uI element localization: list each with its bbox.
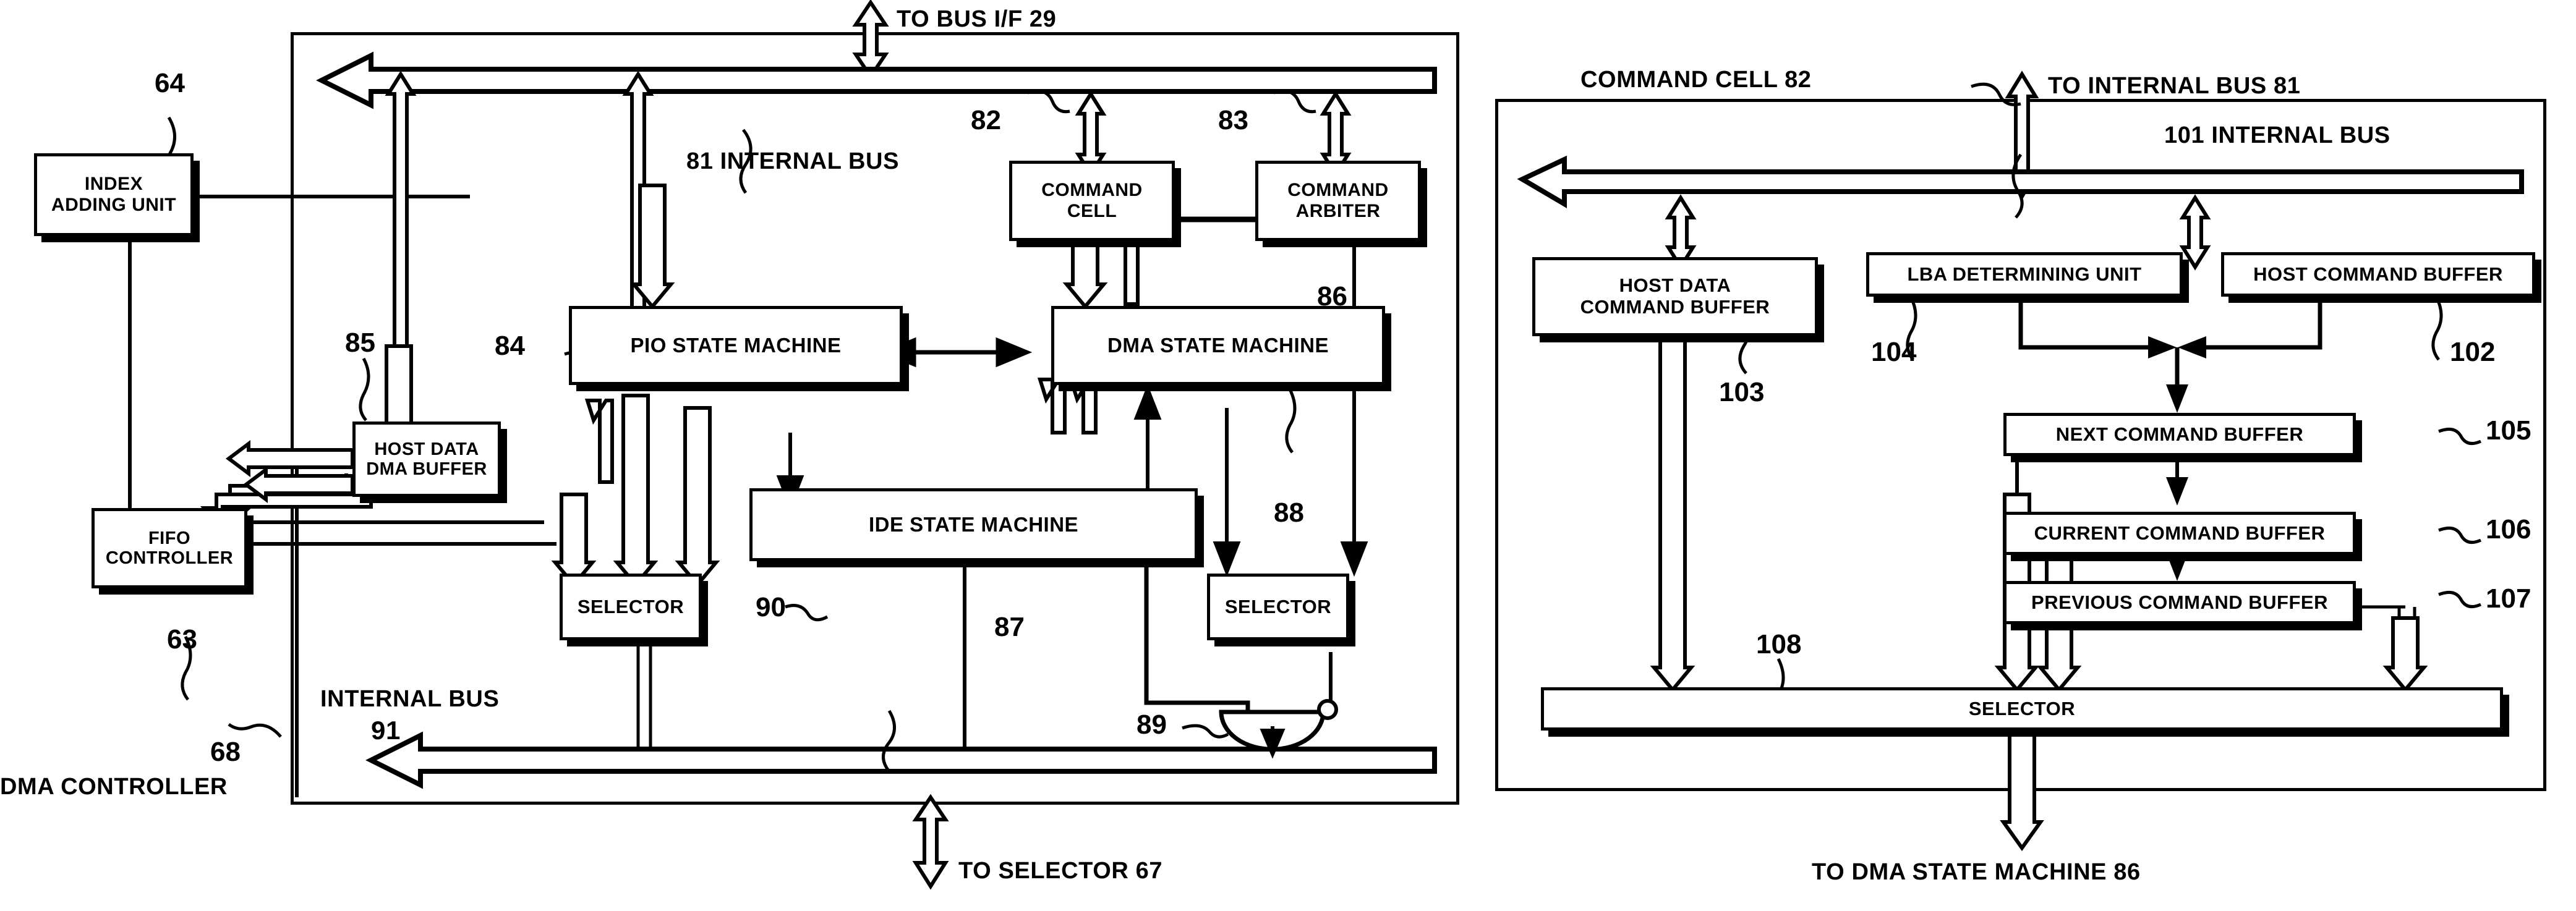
block-label-line1: FIFO [148, 528, 191, 548]
block-selector-90[interactable]: SELECTOR [560, 574, 702, 640]
block-fifo-controller[interactable]: FIFO CONTROLLER [92, 508, 247, 588]
ref-number-63: 63 [167, 624, 197, 655]
ref-number-102: 102 [2450, 337, 2496, 367]
label-internal-bus-91-line2: 91 [371, 716, 401, 745]
block-previous-command-buffer[interactable]: PREVIOUS COMMAND BUFFER [2003, 581, 2356, 624]
block-command-cell[interactable]: COMMAND CELL [1009, 161, 1175, 241]
block-host-data-dma-buffer[interactable]: HOST DATA DMA BUFFER [352, 422, 501, 497]
ref-number-106: 106 [2486, 514, 2531, 544]
block-label: SELECTOR [1968, 697, 2076, 719]
label-internal-bus-91-line1: INTERNAL BUS [320, 686, 500, 712]
block-ide-state-machine[interactable]: IDE STATE MACHINE [749, 488, 1198, 561]
block-label-line1: HOST DATA [374, 439, 479, 459]
block-label-line2: COMMAND BUFFER [1580, 296, 1770, 318]
block-dma-state-machine[interactable]: DMA STATE MACHINE [1051, 306, 1385, 385]
ref-number-107: 107 [2486, 583, 2531, 614]
ref-number-104: 104 [1871, 337, 1917, 367]
block-label: NEXT COMMAND BUFFER [2055, 423, 2304, 445]
ref-number-108: 108 [1756, 629, 1802, 659]
label-101-internal-bus: 101 INTERNAL BUS [2164, 122, 2390, 148]
ref-number-103: 103 [1719, 377, 1765, 407]
block-selector-88[interactable]: SELECTOR [1207, 574, 1349, 640]
label-to-dma-state-machine-86: TO DMA STATE MACHINE 86 [1812, 859, 2141, 885]
block-label-line2: ARBITER [1295, 201, 1381, 221]
block-label: PREVIOUS COMMAND BUFFER [2031, 591, 2328, 613]
ref-number-83: 83 [1218, 105, 1248, 135]
label-to-internal-bus-81: TO INTERNAL BUS 81 [2048, 73, 2301, 99]
block-index-adding-unit[interactable]: INDEX ADDING UNIT [34, 153, 194, 236]
block-label-line2: ADDING UNIT [51, 195, 177, 215]
block-label: IDE STATE MACHINE [868, 512, 1079, 536]
label-to-bus-if-29: TO BUS I/F 29 [897, 6, 1057, 32]
block-next-command-buffer[interactable]: NEXT COMMAND BUFFER [2003, 413, 2356, 456]
block-pio-state-machine[interactable]: PIO STATE MACHINE [569, 306, 903, 385]
block-label: LBA DETERMINING UNIT [1907, 263, 2142, 285]
block-command-arbiter[interactable]: COMMAND ARBITER [1255, 161, 1421, 241]
block-lba-determining-unit[interactable]: LBA DETERMINING UNIT [1866, 252, 2183, 297]
block-label: SELECTOR [1224, 595, 1332, 617]
ref-number-68: 68 [210, 737, 241, 767]
block-label: DMA STATE MACHINE [1107, 333, 1329, 357]
block-selector-108[interactable]: SELECTOR [1541, 687, 2503, 731]
block-label-line1: INDEX [84, 174, 143, 195]
block-label: CURRENT COMMAND BUFFER [2034, 522, 2326, 544]
ref-number-64: 64 [155, 68, 185, 98]
ref-number-87: 87 [994, 612, 1025, 642]
ref-number-89: 89 [1137, 710, 1167, 740]
block-label-line1: COMMAND [1041, 180, 1143, 201]
block-label-line1: HOST DATA [1619, 274, 1731, 297]
ref-number-88: 88 [1274, 498, 1304, 528]
block-host-data-command-buffer[interactable]: HOST DATA COMMAND BUFFER [1532, 257, 1818, 336]
ref-number-105: 105 [2486, 415, 2531, 446]
patent-figure-canvas: INDEX ADDING UNIT 64 HOST DATA DMA BUFFE… [0, 0, 2576, 911]
block-label-line2: CELL [1067, 201, 1117, 221]
ref-number-86: 86 [1317, 281, 1347, 311]
label-command-cell-82: COMMAND CELL 82 [1580, 67, 1812, 93]
block-label-line1: COMMAND [1287, 180, 1389, 201]
block-label: SELECTOR [577, 595, 685, 617]
block-current-command-buffer[interactable]: CURRENT COMMAND BUFFER [2003, 512, 2356, 555]
ref-number-82-left: 82 [971, 105, 1001, 135]
block-label: PIO STATE MACHINE [630, 333, 842, 357]
ref-number-85: 85 [345, 328, 375, 358]
ref-number-90: 90 [756, 592, 786, 622]
label-internal-bus-81: 81 INTERNAL BUS [686, 148, 900, 174]
ref-number-84: 84 [495, 331, 525, 361]
block-label-line2: CONTROLLER [105, 548, 234, 568]
label-to-selector-67: TO SELECTOR 67 [958, 858, 1163, 884]
block-label: HOST COMMAND BUFFER [2253, 263, 2503, 285]
block-label-line2: DMA BUFFER [366, 459, 487, 479]
block-host-command-buffer[interactable]: HOST COMMAND BUFFER [2221, 252, 2535, 297]
label-dma-controller: DMA CONTROLLER [0, 774, 228, 800]
